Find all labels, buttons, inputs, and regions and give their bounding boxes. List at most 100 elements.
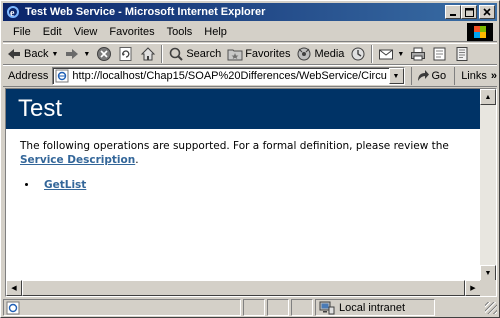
edit-button[interactable]	[429, 44, 451, 64]
maximize-button[interactable]	[461, 5, 477, 19]
arrow-down-icon: ▼	[484, 269, 492, 277]
horizontal-scroll-thumb[interactable]	[22, 280, 465, 296]
windows-logo-icon	[474, 26, 486, 38]
web-page: Test The following operations are suppor…	[6, 89, 481, 281]
page-header: Test	[6, 89, 481, 129]
svg-text:e: e	[10, 8, 15, 19]
menu-favorites[interactable]: Favorites	[103, 23, 160, 41]
history-button[interactable]	[347, 44, 369, 64]
menu-view[interactable]: View	[68, 23, 104, 41]
page-ie-icon	[55, 69, 69, 83]
intro-text: The following operations are supported. …	[20, 140, 449, 152]
content-viewport: Test The following operations are suppor…	[5, 88, 497, 297]
back-dropdown-icon[interactable]: ▼	[51, 51, 58, 58]
intro-paragraph: The following operations are supported. …	[20, 139, 470, 167]
printer-icon	[411, 47, 426, 61]
service-description-link[interactable]: Service Description	[20, 154, 135, 166]
search-button[interactable]: Search	[165, 44, 224, 64]
back-label: Back	[24, 48, 49, 60]
discuss-button[interactable]	[451, 44, 473, 64]
scroll-left-button[interactable]: ◀	[6, 280, 22, 296]
menu-help[interactable]: Help	[198, 23, 233, 41]
intro-period: .	[135, 154, 139, 166]
operations-list: GetList	[38, 179, 481, 191]
media-button[interactable]: Media	[293, 44, 347, 64]
list-item: GetList	[38, 179, 481, 191]
forward-arrow-icon	[66, 49, 79, 59]
scroll-down-button[interactable]: ▼	[480, 265, 496, 281]
address-field[interactable]: ▼	[52, 67, 405, 85]
menu-tools[interactable]: Tools	[161, 23, 199, 41]
page-done-icon	[6, 301, 20, 314]
operation-link-getlist[interactable]: GetList	[44, 179, 86, 191]
menu-edit[interactable]: Edit	[37, 23, 68, 41]
toolbar-separator	[161, 45, 164, 63]
standard-toolbar: Back ▼ ▼ Search Favorites Media ▼	[3, 43, 497, 65]
favorites-folder-icon	[227, 49, 243, 61]
refresh-icon	[119, 47, 132, 61]
scroll-right-button[interactable]: ▶	[465, 280, 481, 296]
mail-dropdown-icon[interactable]: ▼	[397, 51, 404, 58]
minimize-button[interactable]	[445, 5, 461, 19]
links-chevron-icon[interactable]: »	[491, 70, 497, 82]
go-arrow-icon	[417, 70, 429, 81]
zone-label: Local intranet	[339, 301, 406, 314]
close-icon	[483, 8, 491, 16]
horizontal-scrollbar[interactable]: ◀ ▶	[6, 280, 481, 296]
edit-page-icon	[433, 47, 446, 61]
home-icon	[141, 47, 156, 61]
arrow-left-icon: ◀	[11, 285, 17, 292]
menu-file[interactable]: File	[7, 23, 37, 41]
status-bar: Local intranet	[3, 298, 497, 317]
arrow-right-icon: ▶	[470, 285, 476, 292]
search-label: Search	[186, 48, 222, 60]
links-button[interactable]: Links »	[454, 67, 497, 85]
forward-button[interactable]: ▼	[61, 44, 93, 64]
media-label: Media	[314, 48, 345, 60]
url-input[interactable]	[72, 70, 388, 82]
page-title: Test	[18, 95, 63, 122]
address-label: Address	[8, 70, 49, 82]
intranet-icon	[319, 301, 335, 314]
favorites-button[interactable]: Favorites	[224, 44, 293, 64]
stop-button[interactable]	[93, 44, 115, 64]
minimize-icon	[450, 14, 456, 16]
address-bar: Address ▼ Go Links »	[3, 65, 497, 87]
search-icon	[170, 47, 184, 61]
history-icon	[351, 47, 365, 61]
stop-icon	[97, 47, 112, 61]
status-pane-security	[267, 299, 289, 316]
scrollbar-corner	[480, 280, 496, 296]
vertical-scrollbar[interactable]: ▲ ▼	[480, 89, 496, 281]
resize-grip[interactable]	[485, 301, 497, 314]
discuss-icon	[456, 47, 468, 61]
maximize-icon	[464, 7, 474, 17]
chevron-down-icon: ▼	[392, 72, 400, 80]
toolbar-separator	[371, 45, 374, 63]
title-bar[interactable]: e Test Web Service - Microsoft Internet …	[3, 3, 497, 21]
forward-dropdown-icon[interactable]: ▼	[83, 51, 90, 58]
status-pane-progress	[243, 299, 265, 316]
security-zone-pane[interactable]: Local intranet	[315, 299, 435, 316]
ie-icon: e	[5, 4, 21, 20]
mail-button[interactable]: ▼	[375, 44, 407, 64]
home-button[interactable]	[137, 44, 159, 64]
refresh-button[interactable]	[115, 44, 137, 64]
links-label: Links	[461, 70, 487, 82]
address-dropdown-button[interactable]: ▼	[388, 68, 404, 84]
status-pane-privacy	[291, 299, 313, 316]
favorites-label: Favorites	[245, 48, 291, 60]
go-button[interactable]: Go	[410, 67, 451, 85]
window-title: Test Web Service - Microsoft Internet Ex…	[25, 6, 266, 18]
status-text-pane	[3, 299, 241, 316]
arrow-up-icon: ▲	[484, 93, 492, 101]
windows-logo-throbber	[467, 23, 493, 41]
browser-window: e Test Web Service - Microsoft Internet …	[0, 0, 500, 318]
mail-icon	[379, 49, 394, 60]
media-icon	[297, 47, 311, 61]
print-button[interactable]	[407, 44, 429, 64]
scroll-up-button[interactable]: ▲	[480, 89, 496, 105]
menu-bar: File Edit View Favorites Tools Help	[3, 22, 497, 42]
back-button[interactable]: Back ▼	[3, 44, 61, 64]
close-button[interactable]	[479, 5, 495, 19]
